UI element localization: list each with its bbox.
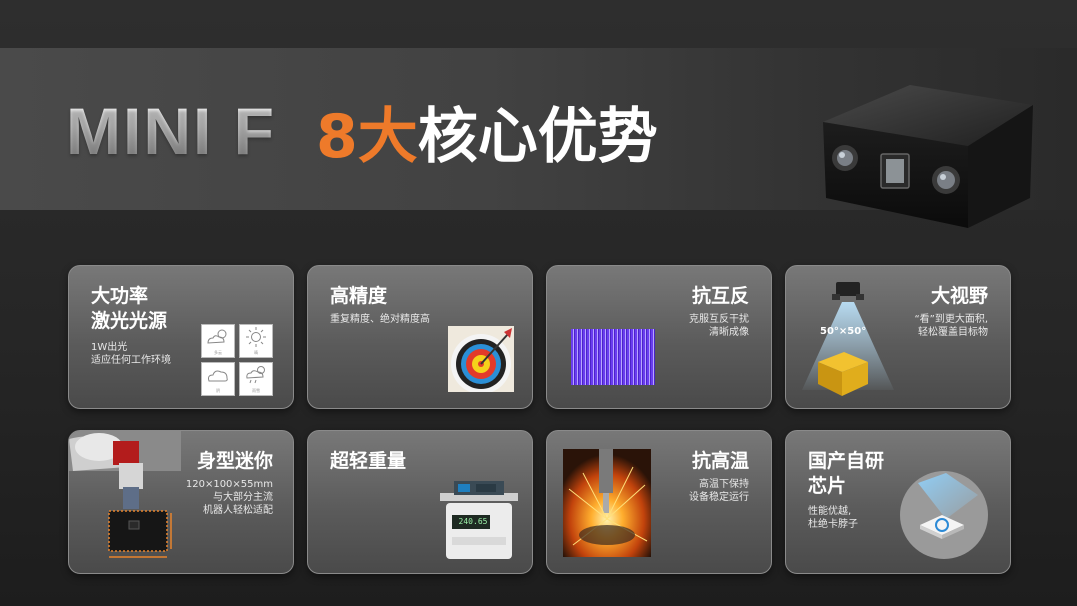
card-title-line: 高精度 bbox=[330, 285, 388, 307]
card-desc-line: 设备稳定运行 bbox=[689, 492, 749, 503]
card-high-precision: 高精度 重复精度、绝对精度高 bbox=[307, 265, 533, 409]
rain-snow-icon: 雨雪 bbox=[239, 362, 273, 396]
card-title-line: 芯片 bbox=[808, 475, 847, 497]
card-title-line: 激光光源 bbox=[91, 310, 168, 332]
card-desc-line: 高温下保持 bbox=[699, 479, 749, 490]
card-desc-line: “看”到更大面积, bbox=[914, 314, 988, 325]
fov-angle-label: 50°×50° bbox=[820, 326, 867, 337]
card-title-line: 国产自研 bbox=[808, 450, 885, 472]
card-desc-line: 性能优越, bbox=[808, 506, 852, 517]
weather-label: 雨雪 bbox=[252, 388, 260, 393]
title-rest-text: 核心优势 bbox=[417, 101, 658, 172]
cloud-icon: 阴 bbox=[201, 362, 235, 396]
welding-sparks-image bbox=[563, 449, 651, 557]
title-number-accent: 8大 bbox=[315, 101, 418, 172]
card-title-line: 超轻重量 bbox=[330, 450, 407, 472]
card-title-line: 大视野 bbox=[930, 285, 988, 307]
sun-icon: 晴 bbox=[239, 324, 273, 358]
weather-label: 晴 bbox=[254, 350, 258, 355]
card-desc-line: 杜绝卡脖子 bbox=[808, 519, 858, 530]
cloudy-sun-icon: 多云 bbox=[201, 324, 235, 358]
card-desc-line: 克服互反干扰 bbox=[689, 314, 749, 325]
scale-reading: 240.65 bbox=[458, 517, 488, 526]
card-desc-line: 1W出光 bbox=[91, 342, 128, 353]
robot-arm-camera-image bbox=[69, 431, 181, 558]
card-domestic-chip: 国产自研 芯片 性能优越, 杜绝卡脖子 bbox=[785, 430, 1011, 574]
card-desc-line: 与大部分主流 bbox=[213, 492, 273, 503]
page-title: MINI F 8大 核心优势 bbox=[66, 88, 658, 174]
card-high-power-laser: 大功率 激光光源 1W出光 适应任何工作环境 多云 晴 阴 雨雪 bbox=[68, 265, 294, 409]
card-desc-line: 适应任何工作环境 bbox=[91, 355, 171, 366]
card-desc-line: 机器人轻松适配 bbox=[203, 505, 273, 516]
card-anti-interference: 抗互反 克服互反干扰 清晰成像 bbox=[546, 265, 772, 409]
card-desc-line: 重复精度、绝对精度高 bbox=[330, 314, 430, 325]
card-light-weight: 超轻重量 240.65 bbox=[307, 430, 533, 574]
card-desc-line: 轻松覆盖目标物 bbox=[918, 327, 988, 338]
card-compact-size: 身型迷你 120×100×55mm 与大部分主流 机器人轻松适配 bbox=[68, 430, 294, 574]
card-wide-fov: 大视野 “看”到更大面积, 轻松覆盖目标物 50°×50° bbox=[785, 265, 1011, 409]
camera-product-image bbox=[823, 85, 1033, 228]
weather-label: 多云 bbox=[214, 350, 222, 355]
card-title-line: 大功率 bbox=[91, 285, 149, 307]
card-desc-line: 清晰成像 bbox=[709, 327, 749, 338]
target-dartboard-image bbox=[448, 326, 514, 392]
stripe-pattern-image bbox=[571, 329, 655, 385]
card-heat-resistance: 抗高温 高温下保持 设备稳定运行 bbox=[546, 430, 772, 574]
card-title-line: 抗互反 bbox=[691, 285, 749, 307]
chip-image bbox=[900, 471, 988, 559]
card-title-line: 身型迷你 bbox=[196, 450, 273, 472]
fov-cone-image bbox=[802, 282, 894, 396]
card-title-line: 抗高温 bbox=[691, 450, 749, 472]
card-desc-line: 120×100×55mm bbox=[185, 479, 273, 490]
title-product-name: MINI F bbox=[66, 94, 276, 168]
weather-label: 阴 bbox=[216, 388, 220, 393]
weather-icon-grid: 多云 晴 阴 雨雪 bbox=[201, 324, 273, 396]
